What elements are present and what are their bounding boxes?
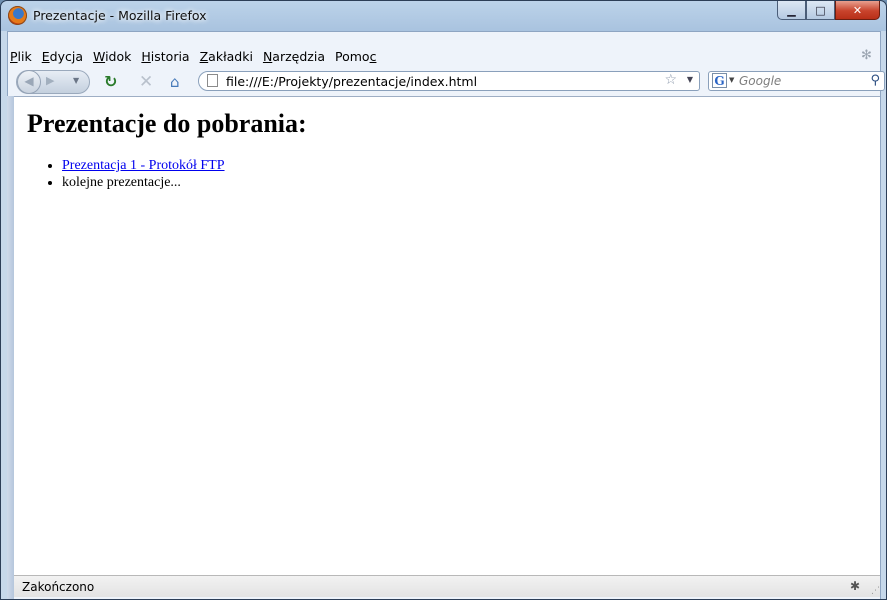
throbber-icon: ✻ (861, 48, 872, 63)
google-icon[interactable]: G (712, 73, 727, 88)
list-item: Prezentacja 1 - Protokół FTP (62, 157, 225, 174)
search-bar[interactable]: G ▼ Google ⚲ (708, 71, 885, 91)
browser-window: Prezentacje - Mozilla Firefox ▁ □ ✕ Plik… (0, 0, 887, 600)
history-dropdown-icon[interactable]: ▼ (73, 76, 79, 85)
title-bar[interactable]: Prezentacje - Mozilla Firefox ▁ □ ✕ (1, 1, 886, 31)
menu-plik[interactable]: Plik (10, 49, 32, 64)
forward-icon[interactable]: ▶ (46, 74, 54, 87)
back-icon[interactable]: ◀ (17, 70, 41, 94)
menu-narzedzia[interactable]: Narzędzia (263, 49, 325, 64)
status-text: Zakończono (22, 580, 95, 594)
menu-historia[interactable]: Historia (141, 49, 189, 64)
back-forward-group: ◀ ▶ ▼ (16, 70, 90, 94)
search-input[interactable]: Google (739, 74, 781, 88)
menu-widok[interactable]: Widok (93, 49, 131, 64)
menu-edycja[interactable]: Edycja (42, 49, 83, 64)
url-bar[interactable]: file:///E:/Projekty/prezentacje/index.ht… (198, 71, 700, 91)
list-item: kolejne prezentacje... (62, 174, 225, 191)
bug-icon[interactable]: ✱ (850, 579, 860, 593)
reload-icon[interactable]: ↻ (104, 73, 117, 91)
page-icon (207, 74, 218, 87)
window-title: Prezentacje - Mozilla Firefox (33, 8, 207, 23)
magnifier-icon[interactable]: ⚲ (870, 73, 880, 88)
navigation-toolbar: ◀ ▶ ▼ ↻ ✕ ⌂ file:///E:/Projekty/prezenta… (8, 68, 885, 96)
caption-buttons: ▁ □ ✕ (777, 1, 880, 21)
menu-zakladki[interactable]: Zakładki (200, 49, 253, 64)
star-icon[interactable]: ☆ (664, 72, 677, 88)
url-dropdown-icon[interactable]: ▼ (687, 75, 693, 84)
window-left-edge (7, 96, 14, 599)
engine-dropdown-icon[interactable]: ▼ (729, 76, 734, 84)
menu-pomoc[interactable]: Pomoc (335, 49, 376, 64)
presentation-list: Prezentacja 1 - Protokół FTP kolejne pre… (14, 157, 225, 191)
home-icon[interactable]: ⌂ (170, 73, 180, 91)
stop-icon[interactable]: ✕ (139, 73, 153, 91)
menu-bar: Plik Edycja Widok Historia Zakładki Narz… (10, 46, 881, 68)
close-button[interactable]: ✕ (835, 1, 880, 20)
page-heading: Prezentacje do pobrania: (27, 109, 307, 138)
page-content: Prezentacje do pobrania: Prezentacja 1 -… (14, 96, 880, 575)
resize-grip-icon[interactable]: ⋰ (871, 586, 880, 596)
status-bar: Zakończono ✱ ⋰ (14, 575, 880, 597)
minimize-button[interactable]: ▁ (777, 1, 806, 20)
firefox-logo-icon (8, 6, 27, 25)
url-input[interactable]: file:///E:/Projekty/prezentacje/index.ht… (226, 74, 477, 89)
presentation-link[interactable]: Prezentacja 1 - Protokół FTP (62, 158, 225, 173)
maximize-button[interactable]: □ (806, 1, 835, 20)
